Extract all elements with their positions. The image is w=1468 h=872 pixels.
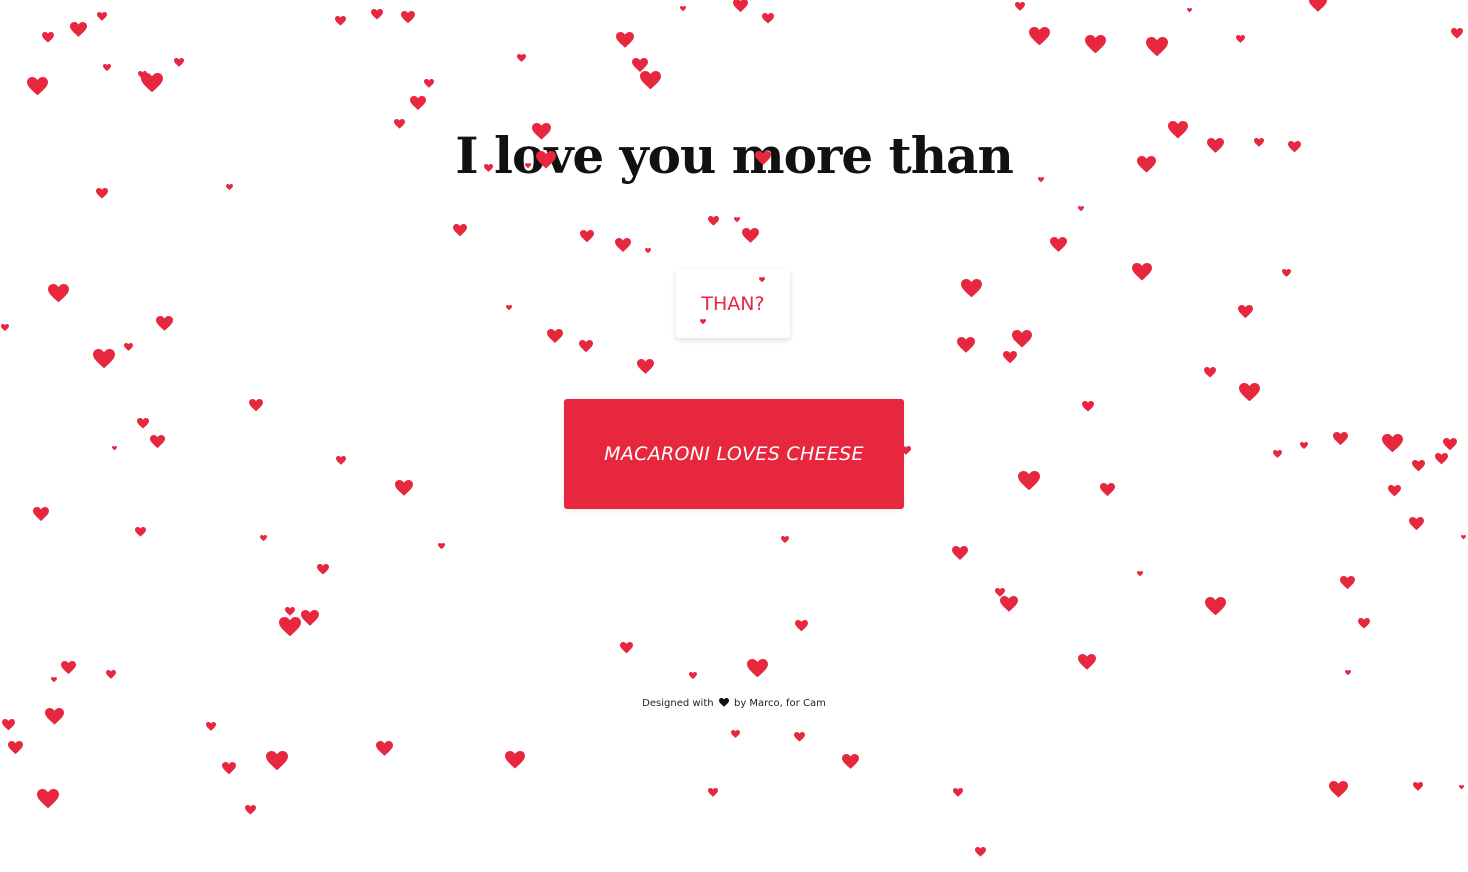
answer-text: MACARONI LOVES CHEESE <box>604 443 864 465</box>
than-button-label: THAN? <box>701 292 765 315</box>
main-content: I love you more than THAN? MACARONI LOVE… <box>0 0 1468 872</box>
footer-prefix: Designed with <box>642 698 714 709</box>
heart-icon <box>718 698 729 710</box>
answer-box: MACARONI LOVES CHEESE <box>564 399 904 509</box>
footer: Designed with by Marco, for Cam <box>0 698 1468 710</box>
page-title: I love you more than <box>455 126 1014 185</box>
than-button[interactable]: THAN? <box>676 269 790 338</box>
footer-suffix: by Marco, for Cam <box>733 698 826 709</box>
